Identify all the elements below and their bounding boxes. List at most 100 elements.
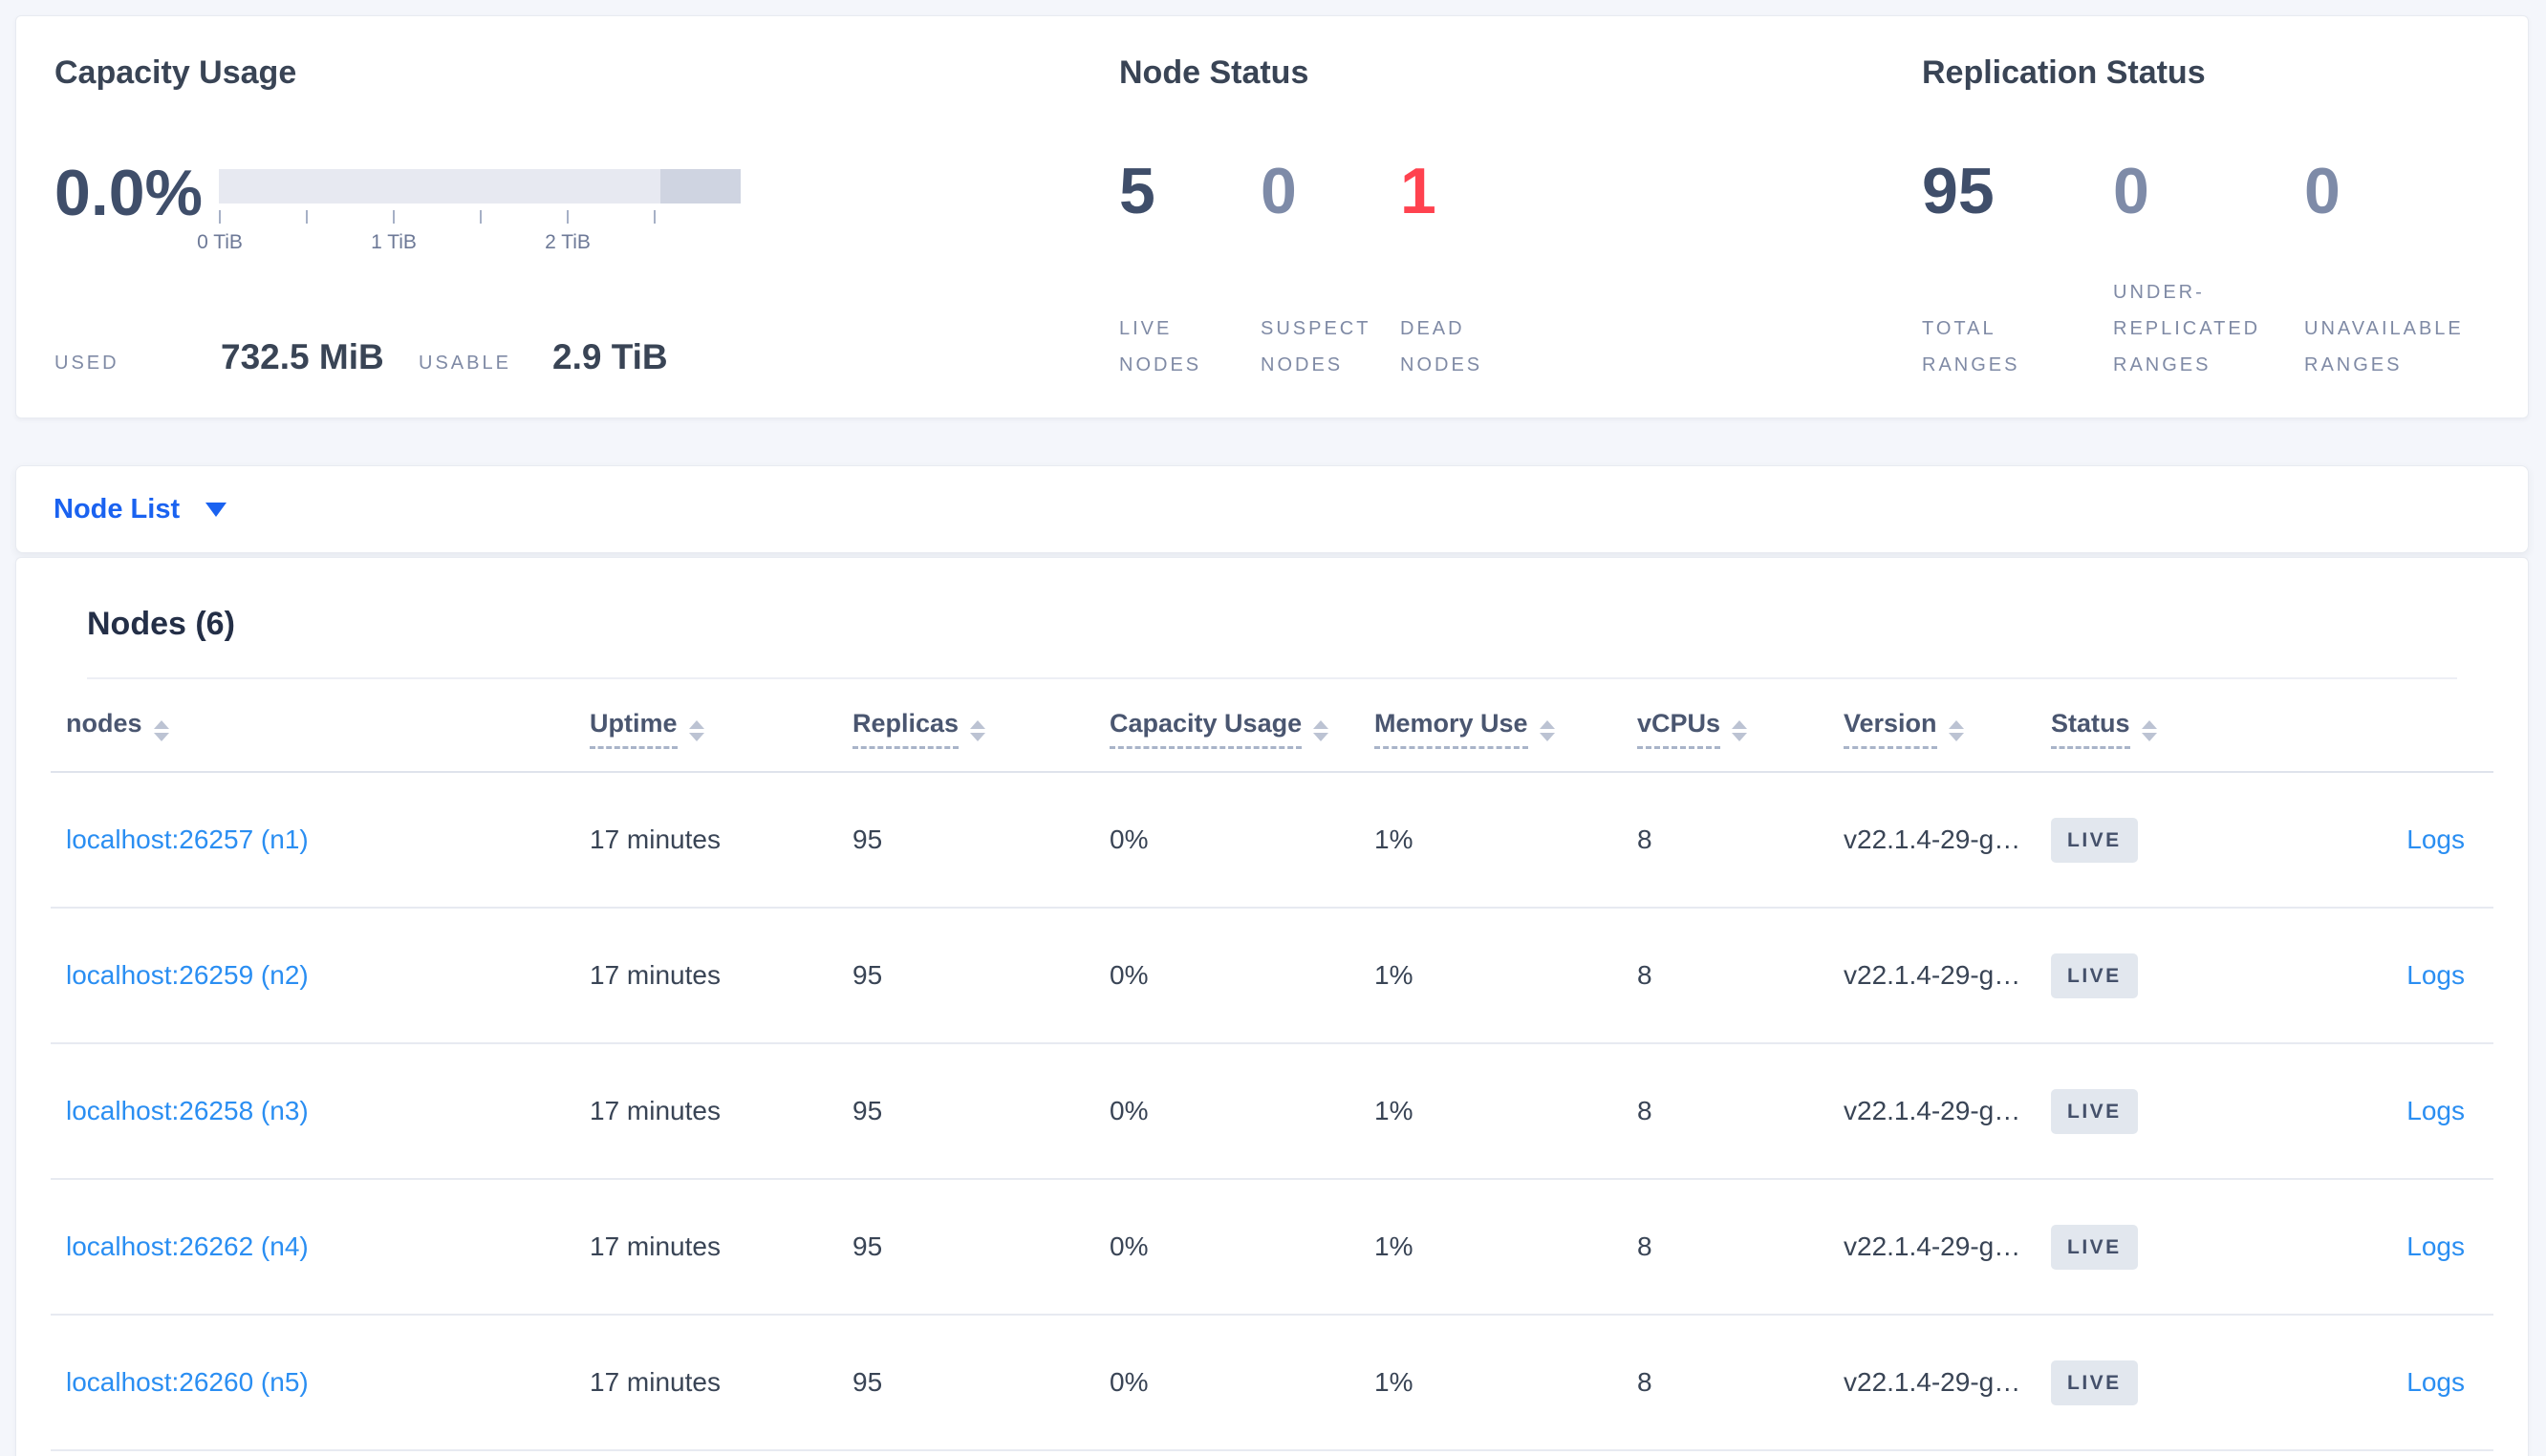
total-ranges-count: 95 xyxy=(1922,155,1995,227)
node-link[interactable]: localhost:26258 (n3) xyxy=(66,1096,309,1125)
suspect-nodes-stat: 0 SUSPECT NODES xyxy=(1261,154,1400,383)
axis-tick xyxy=(219,210,221,224)
node-link[interactable]: localhost:26257 (n1) xyxy=(66,824,309,854)
node-cell: localhost:26259 (n2) xyxy=(66,960,590,991)
column-header-status[interactable]: Status xyxy=(2051,709,2328,749)
column-label: Version xyxy=(1844,709,1937,749)
capacity-bar-chart: 0 TiB 1 TiB 2 TiB xyxy=(197,169,741,256)
sort-icon xyxy=(1948,720,1964,741)
column-header-nodes[interactable]: nodes xyxy=(66,709,590,741)
total-ranges-stat: 95 TOTAL RANGES xyxy=(1922,154,2113,383)
column-header-memory-use[interactable]: Memory Use xyxy=(1374,709,1637,749)
logs-link[interactable]: Logs xyxy=(2406,824,2465,854)
status-badge: LIVE xyxy=(2051,1360,2138,1405)
logs-cell: Logs xyxy=(2328,960,2478,991)
capacity-axis-labels: 0 TiB 1 TiB 2 TiB xyxy=(197,231,741,256)
capacity-usage-section: Capacity Usage 0.0% 0 TiB 1 TiB 2 TiB US… xyxy=(54,54,1087,398)
axis-label: 2 TiB xyxy=(545,231,591,253)
nodes-table: nodes Uptime Replicas Capacity Usage Mem… xyxy=(51,679,2493,1451)
logs-link[interactable]: Logs xyxy=(2406,1231,2465,1261)
node-cell: localhost:26262 (n4) xyxy=(66,1231,590,1262)
view-selector-bar: Node List xyxy=(15,465,2529,553)
under-replicated-ranges-stat: 0 UNDER-REPLICATED RANGES xyxy=(2113,154,2304,383)
suspect-nodes-count: 0 xyxy=(1261,155,1297,227)
used-label: USED xyxy=(54,353,119,374)
unavailable-ranges-stat: 0 UNAVAILABLE RANGES xyxy=(2304,154,2495,383)
sort-icon xyxy=(2141,720,2157,741)
axis-tick xyxy=(393,210,395,224)
vcpus-cell: 8 xyxy=(1637,1096,1652,1125)
capacity-usage-cell: 0% xyxy=(1110,1367,1149,1397)
status-badge: LIVE xyxy=(2051,1088,2138,1134)
column-label: Replicas xyxy=(852,709,960,749)
status-cell: LIVE xyxy=(2051,1360,2328,1405)
column-label: Memory Use xyxy=(1374,709,1528,749)
vcpus-cell: 8 xyxy=(1637,824,1652,854)
node-cell: localhost:26260 (n5) xyxy=(66,1367,590,1398)
replicas-cell: 95 xyxy=(852,960,883,990)
status-cell: LIVE xyxy=(2051,953,2328,998)
node-link[interactable]: localhost:26260 (n5) xyxy=(66,1367,309,1397)
node-row: localhost:26259 (n2) 17 minutes 95 0% 1%… xyxy=(51,909,2493,1044)
chevron-down-icon xyxy=(205,502,227,517)
capacity-usage-cell: 0% xyxy=(1110,824,1149,854)
node-row: localhost:26257 (n1) 17 minutes 95 0% 1%… xyxy=(51,773,2493,909)
node-link[interactable]: localhost:26262 (n4) xyxy=(66,1231,309,1261)
node-status-section: Node Status 5 LIVE NODES 0 SUSPECT NODES… xyxy=(1119,54,1865,398)
node-row: localhost:26258 (n3) 17 minutes 95 0% 1%… xyxy=(51,1044,2493,1180)
node-cell: localhost:26257 (n1) xyxy=(66,824,590,855)
node-status-title: Node Status xyxy=(1119,54,1309,91)
column-label: vCPUs xyxy=(1637,709,1721,749)
version-cell: v22.1.4-29-g… xyxy=(1844,1367,2021,1397)
logs-link[interactable]: Logs xyxy=(2406,1367,2465,1397)
axis-tick xyxy=(567,210,569,224)
sort-icon xyxy=(1539,720,1555,741)
view-dropdown[interactable]: Node List xyxy=(54,494,227,525)
uptime-cell: 17 minutes xyxy=(590,1367,721,1397)
uptime-cell: 17 minutes xyxy=(590,1231,721,1261)
sort-icon xyxy=(153,720,169,741)
replicas-cell: 95 xyxy=(852,824,883,854)
logs-cell: Logs xyxy=(2328,1367,2478,1398)
column-header-capacity-usage[interactable]: Capacity Usage xyxy=(1110,709,1374,749)
replication-status-title: Replication Status xyxy=(1922,54,2206,91)
column-header-replicas[interactable]: Replicas xyxy=(852,709,1110,749)
node-row: localhost:26260 (n5) 17 minutes 95 0% 1%… xyxy=(51,1316,2493,1451)
capacity-bar-dark-segment xyxy=(660,169,741,203)
live-nodes-stat: 5 LIVE NODES xyxy=(1119,154,1261,383)
column-header-version[interactable]: Version xyxy=(1844,709,2051,749)
axis-label: 1 TiB xyxy=(371,231,417,253)
dead-nodes-stat: 1 DEAD NODES xyxy=(1400,154,1542,383)
axis-tick xyxy=(654,210,656,224)
node-cell: localhost:26258 (n3) xyxy=(66,1096,590,1126)
memory-use-cell: 1% xyxy=(1374,824,1413,854)
capacity-usage-cell: 0% xyxy=(1110,1231,1149,1261)
capacity-usage-title: Capacity Usage xyxy=(54,54,297,91)
logs-link[interactable]: Logs xyxy=(2406,960,2465,990)
column-label: Uptime xyxy=(590,709,678,749)
vcpus-cell: 8 xyxy=(1637,960,1652,990)
logs-cell: Logs xyxy=(2328,1096,2478,1126)
uptime-cell: 17 minutes xyxy=(590,824,721,854)
node-link[interactable]: localhost:26259 (n2) xyxy=(66,960,309,990)
sort-icon xyxy=(970,720,986,741)
sort-icon xyxy=(688,720,704,741)
column-header-uptime[interactable]: Uptime xyxy=(590,709,852,749)
column-header-vcpus[interactable]: vCPUs xyxy=(1637,709,1844,749)
vcpus-cell: 8 xyxy=(1637,1367,1652,1397)
nodes-table-card: Nodes (6) nodes Uptime Replicas Capacity… xyxy=(15,557,2529,1456)
version-cell: v22.1.4-29-g… xyxy=(1844,960,2021,990)
suspect-nodes-label: SUSPECT NODES xyxy=(1261,318,1371,375)
live-nodes-count: 5 xyxy=(1119,155,1155,227)
status-badge: LIVE xyxy=(2051,1224,2138,1270)
replication-stats: 95 TOTAL RANGES 0 UNDER-REPLICATED RANGE… xyxy=(1922,154,2495,383)
total-ranges-label: TOTAL RANGES xyxy=(1922,318,2020,375)
capacity-used-percent: 0.0% xyxy=(54,157,203,229)
capacity-usage-cell: 0% xyxy=(1110,1096,1149,1125)
capacity-stats: USED 732.5 MiB USABLE 2.9 TiB xyxy=(54,337,668,377)
node-status-stats: 5 LIVE NODES 0 SUSPECT NODES 1 DEAD NODE… xyxy=(1119,154,1542,383)
uptime-cell: 17 minutes xyxy=(590,1096,721,1125)
logs-link[interactable]: Logs xyxy=(2406,1096,2465,1125)
view-dropdown-label: Node List xyxy=(54,493,181,525)
replicas-cell: 95 xyxy=(852,1231,883,1261)
